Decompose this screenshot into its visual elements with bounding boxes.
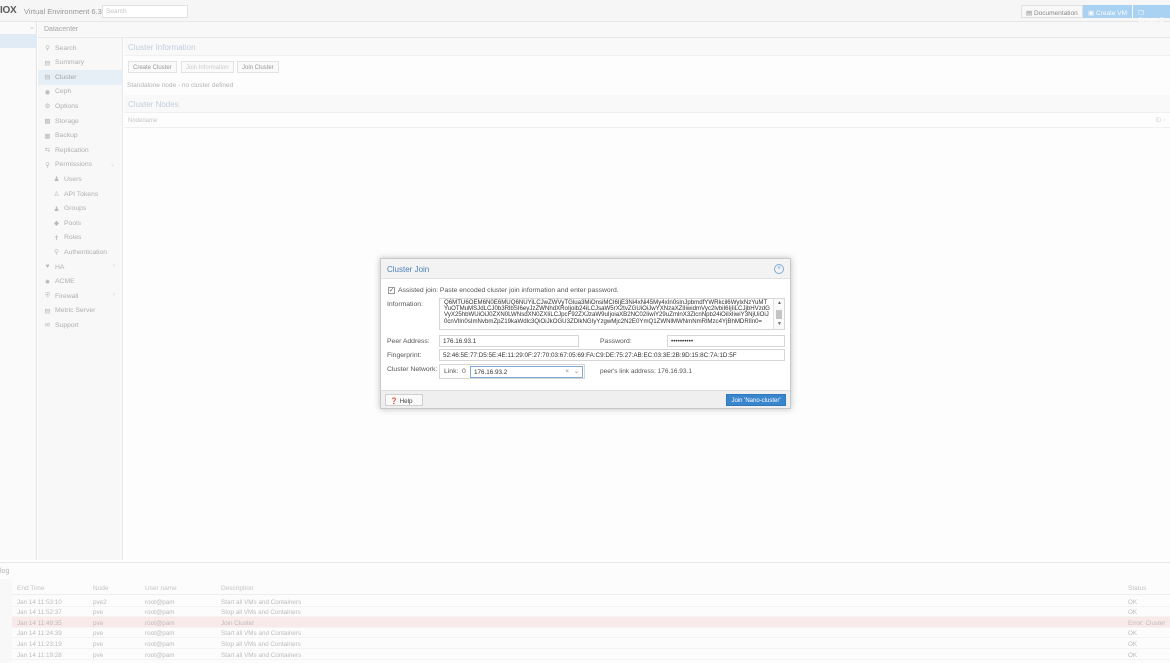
peer-link-address: peer's link address: 176.16.93.1 bbox=[600, 368, 692, 375]
fingerprint-field[interactable]: 52:46:5E:77:D5:5E:4E:11:29:0F:27:70:03:6… bbox=[439, 349, 785, 361]
scroll-down-icon[interactable]: ▼ bbox=[777, 321, 782, 327]
assisted-join-checkbox[interactable]: ✓ bbox=[388, 287, 395, 294]
password-label: Password: bbox=[600, 338, 632, 345]
information-value: Q6MTU6OEM6N0E6MUQ6NUYiLCJwZWVyTGlua3MiOn… bbox=[444, 299, 770, 325]
clear-icon[interactable]: × bbox=[565, 368, 569, 375]
information-textarea[interactable]: Q6MTU6OEM6N0E6MUQ6NUYiLCJwZWVyTGlua3MiOn… bbox=[439, 298, 785, 330]
information-label: Information: bbox=[387, 301, 423, 308]
link-group: Link: 0 176.16.93.2 × ⌄ bbox=[439, 364, 585, 379]
peer-address-label: Peer Address: bbox=[387, 338, 430, 345]
link-label: Link: bbox=[444, 368, 459, 375]
join-button[interactable]: Join 'Nano-cluster' bbox=[726, 394, 786, 406]
cluster-join-dialog: Cluster Join × ✓ Assisted join: Paste en… bbox=[380, 258, 791, 409]
link-address-select[interactable]: 176.16.93.2 × ⌄ bbox=[470, 366, 583, 378]
scroll-up-icon[interactable]: ▲ bbox=[777, 300, 782, 306]
fingerprint-label: Fingerprint: bbox=[387, 352, 422, 359]
password-field[interactable]: •••••••••• bbox=[667, 335, 785, 347]
cluster-network-label: Cluster Network: bbox=[387, 366, 438, 373]
question-circle-icon: ❓ bbox=[390, 398, 398, 405]
chevron-down-icon[interactable]: ⌄ bbox=[574, 368, 579, 375]
close-icon[interactable]: × bbox=[774, 264, 784, 274]
link-number: 0 bbox=[462, 368, 466, 375]
dialog-title: Cluster Join bbox=[387, 265, 430, 274]
dialog-footer: ❓ Help Join 'Nano-cluster' bbox=[381, 390, 790, 408]
assisted-join-label: Assisted join: Paste encoded cluster joi… bbox=[398, 286, 619, 294]
help-button[interactable]: ❓ Help bbox=[385, 394, 423, 406]
dialog-header: Cluster Join × bbox=[381, 259, 790, 279]
peer-address-field[interactable]: 176.16.93.1 bbox=[439, 335, 579, 347]
scroll-thumb[interactable] bbox=[776, 310, 782, 319]
information-scrollbar[interactable]: ▲ ▼ bbox=[773, 299, 784, 329]
